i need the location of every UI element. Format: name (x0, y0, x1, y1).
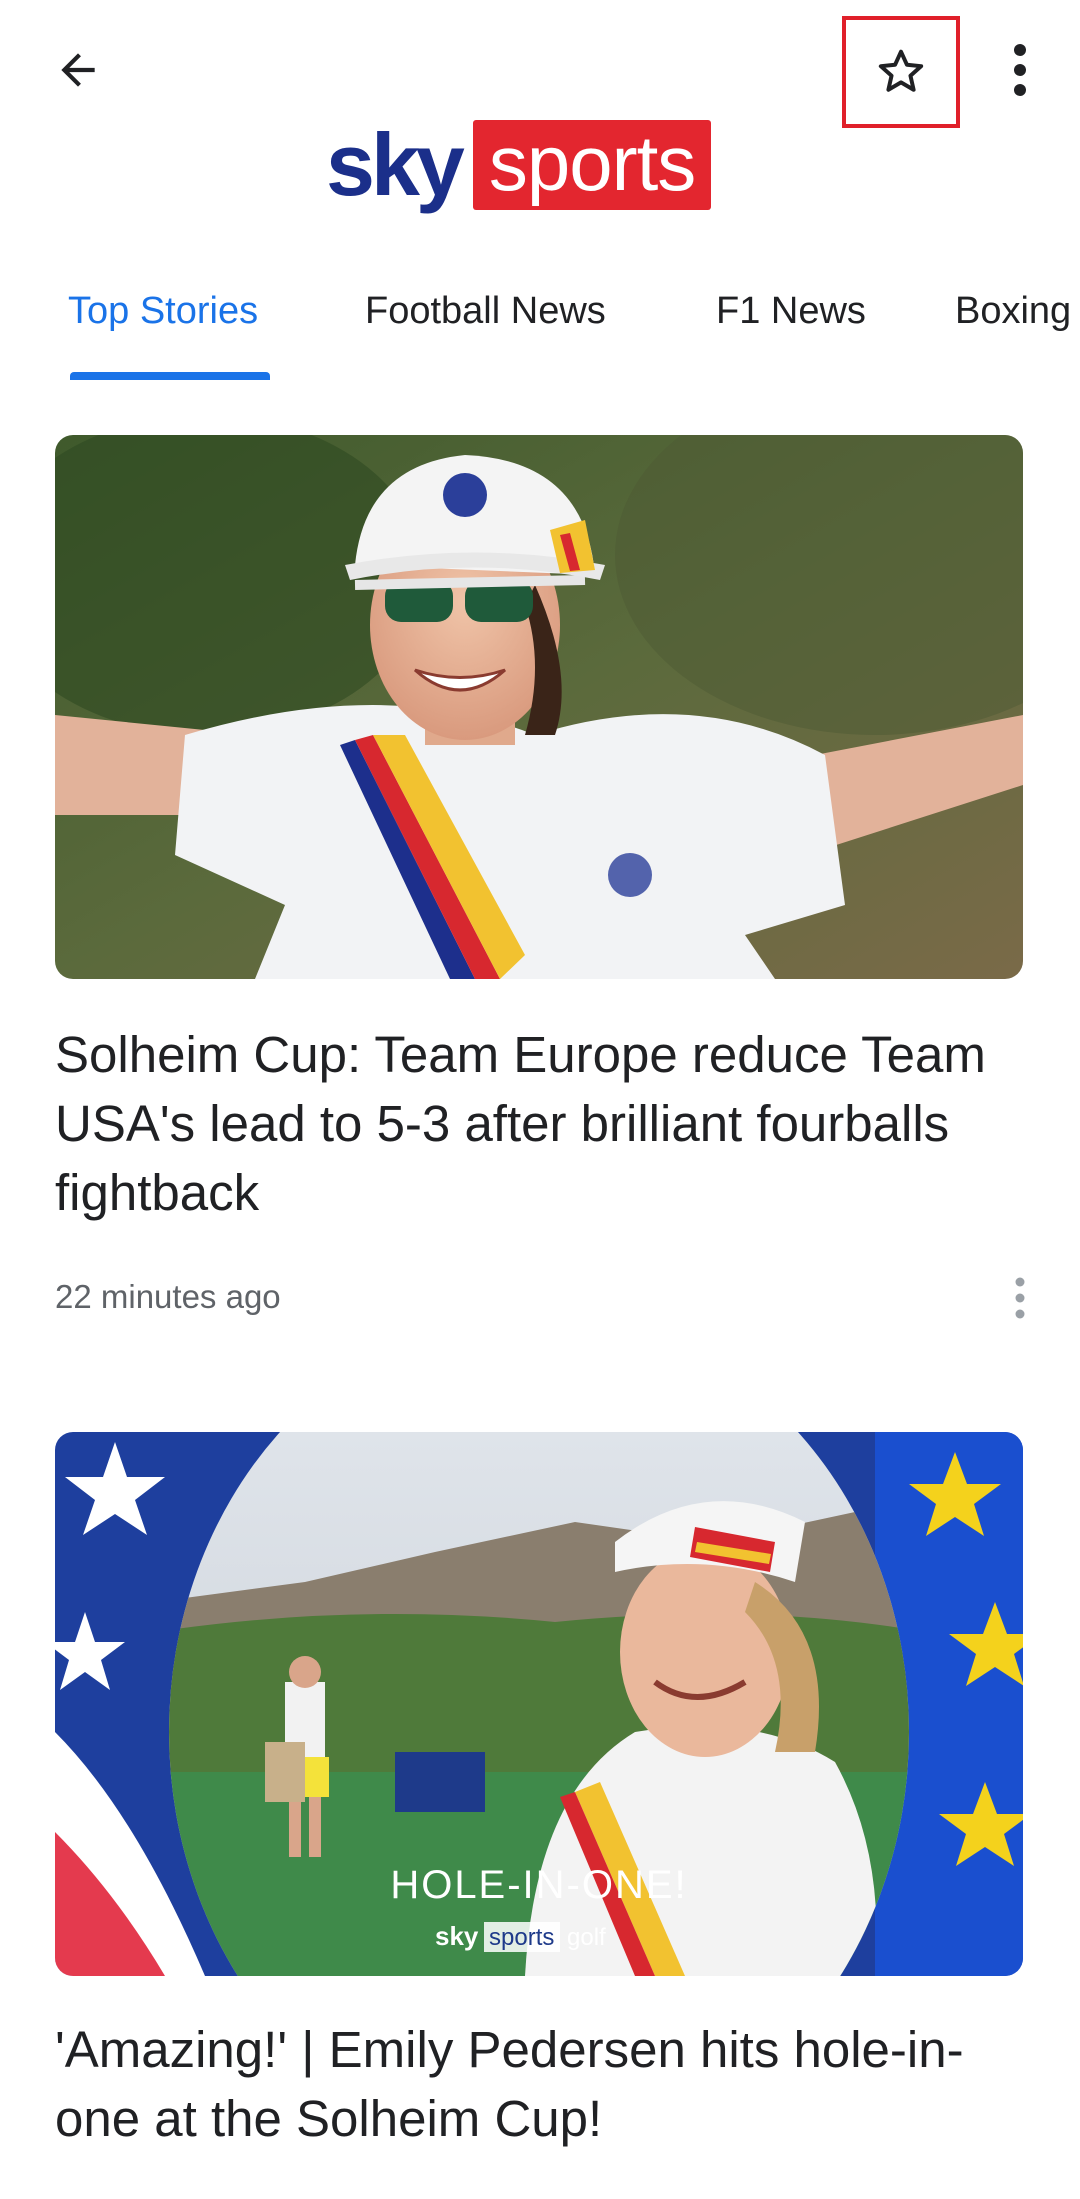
hole-in-one-video-thumbnail: HOLE-IN-ONE! sky sports golf (55, 1432, 1023, 1976)
article-1-headline[interactable]: Solheim Cup: Team Europe reduce Team USA… (55, 1020, 1015, 1227)
article-1-more-button[interactable] (1000, 1268, 1040, 1328)
article-2-headline[interactable]: 'Amazing!' | Emily Pedersen hits hole-in… (55, 2015, 1015, 2153)
tab-top-stories[interactable]: Top Stories (68, 290, 258, 333)
more-vertical-icon (1015, 1277, 1025, 1319)
tab-boxing[interactable]: Boxing (955, 290, 1071, 333)
article-1-timestamp: 22 minutes ago (55, 1278, 281, 1315)
back-arrow-icon (61, 53, 95, 87)
star-outline-icon (878, 49, 924, 92)
tab-football-news[interactable]: Football News (365, 290, 606, 333)
follow-star-button[interactable] (842, 16, 960, 128)
logo-sky-text: sky (326, 115, 465, 214)
golfer-celebrating-photo (55, 435, 1023, 979)
more-options-button[interactable] (980, 28, 1060, 112)
overlay-brand-sky: sky (435, 1921, 479, 1951)
app-bar: sky sports (0, 0, 1080, 250)
more-vertical-icon (1014, 44, 1026, 96)
logo-sports-text: sports (472, 120, 712, 210)
article-2-image[interactable]: HOLE-IN-ONE! sky sports golf (55, 1432, 1023, 1976)
sky-sports-logo: sky sports (326, 115, 712, 214)
article-1-image[interactable] (55, 435, 1023, 979)
overlay-brand-sports: sports (489, 1924, 554, 1951)
section-tabs: Top Stories Football News F1 News Boxing (0, 270, 1080, 382)
tab-f1-news[interactable]: F1 News (716, 290, 866, 333)
overlay-brand-golf: golf (567, 1924, 606, 1951)
overlay-headline-text: HOLE-IN-ONE! (390, 1863, 687, 1907)
active-tab-indicator (70, 372, 270, 380)
back-button[interactable] (36, 28, 120, 112)
